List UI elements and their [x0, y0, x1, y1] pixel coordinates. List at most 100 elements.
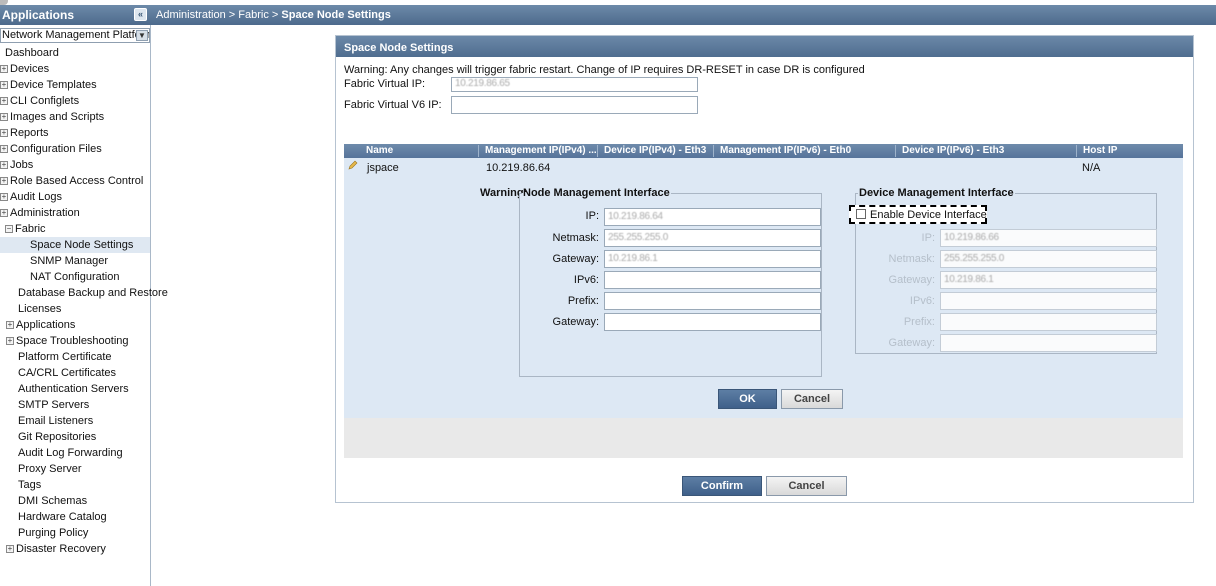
sidebar-item-configuration-files[interactable]: + Configuration Files — [0, 141, 102, 157]
device-ip-value: 10.219.86.66 — [944, 232, 999, 243]
node-gateway-input[interactable]: 10.219.86.1 — [604, 250, 821, 268]
enable-device-interface-checkbox[interactable]: Enable Device Interface — [849, 205, 987, 224]
checkbox-icon[interactable] — [856, 209, 866, 219]
sidebar-item-purging-policy[interactable]: Purging Policy — [0, 525, 88, 541]
sidebar-item-nat-configuration[interactable]: NAT Configuration — [0, 269, 119, 285]
sidebar-item-audit-log-forwarding[interactable]: Audit Log Forwarding — [0, 445, 123, 461]
sidebar-item-dashboard[interactable]: Dashboard — [0, 45, 59, 61]
expand-icon[interactable]: + — [0, 129, 8, 138]
expand-icon[interactable]: + — [0, 145, 8, 154]
node-netmask-label: Netmask: — [552, 232, 599, 244]
sidebar-item-label: Authentication Servers — [18, 383, 129, 395]
sidebar-item-space-troubleshooting[interactable]: + Space Troubleshooting — [0, 333, 129, 349]
collapse-icon[interactable]: − — [5, 225, 13, 234]
device-ip-input[interactable]: 10.219.86.66 — [940, 229, 1157, 247]
breadcrumb-separator: > — [271, 9, 279, 21]
device-netmask-input[interactable]: 255.255.255.0 — [940, 250, 1157, 268]
sidebar-item-jobs[interactable]: + Jobs — [0, 157, 33, 173]
fabric-vip-label: Fabric Virtual IP: — [344, 78, 426, 90]
expand-icon[interactable]: + — [0, 81, 8, 90]
sidebar-item-dmi-schemas[interactable]: DMI Schemas — [0, 493, 87, 509]
sidebar-item-licenses[interactable]: Licenses — [0, 301, 61, 317]
sidebar-item-audit-logs[interactable]: + Audit Logs — [0, 189, 62, 205]
sidebar-item-git-repositories[interactable]: Git Repositories — [0, 429, 96, 445]
sidebar-item-database-backup-and-restore[interactable]: Database Backup and Restore — [0, 285, 168, 301]
node-gateway-value: 10.219.86.1 — [608, 253, 658, 264]
sidebar-item-label: SMTP Servers — [18, 399, 90, 411]
platform-select[interactable]: Network Management Platform ▼ — [0, 28, 150, 43]
collapse-sidebar-icon[interactable]: « — [134, 8, 147, 21]
sidebar-item-space-node-settings[interactable]: Space Node Settings — [0, 237, 150, 253]
sidebar-item-smtp-servers[interactable]: SMTP Servers — [0, 397, 89, 413]
sidebar-item-administration[interactable]: + Administration — [0, 205, 80, 221]
fabric-vip-input[interactable]: 10.219.86.65 — [451, 77, 698, 92]
expand-icon[interactable]: + — [6, 545, 14, 554]
expand-icon[interactable]: + — [0, 97, 8, 106]
platform-select-value: Network Management Platform — [2, 29, 150, 41]
sidebar-item-devices[interactable]: + Devices — [0, 61, 49, 77]
sidebar-item-hardware-catalog[interactable]: Hardware Catalog — [0, 509, 107, 525]
node-gateway6-input[interactable] — [604, 313, 821, 331]
sidebar-item-reports[interactable]: + Reports — [0, 125, 49, 141]
sidebar-item-platform-certificate[interactable]: Platform Certificate — [0, 349, 112, 365]
confirm-button[interactable]: Confirm — [682, 476, 762, 496]
node-ip-input[interactable]: 10.219.86.64 — [604, 208, 821, 226]
node-netmask-input[interactable]: 255.255.255.0 — [604, 229, 821, 247]
sidebar-item-email-listeners[interactable]: Email Listeners — [0, 413, 93, 429]
sidebar-item-label: Configuration Files — [10, 143, 102, 155]
sidebar-item-cli-configlets[interactable]: + CLI Configlets — [0, 93, 79, 109]
expand-icon[interactable]: + — [6, 321, 14, 330]
chevron-down-icon[interactable]: ▼ — [136, 30, 148, 41]
expand-icon[interactable]: + — [0, 177, 8, 186]
sidebar-item-snmp-manager[interactable]: SNMP Manager — [0, 253, 108, 269]
panel-title: Space Node Settings — [336, 36, 1193, 57]
expand-icon[interactable]: + — [0, 65, 8, 74]
warning-text: Warning: Any changes will trigger fabric… — [344, 64, 865, 76]
column-header-name[interactable]: Name — [360, 145, 393, 157]
column-header-host-ip[interactable]: Host IP — [1076, 145, 1117, 157]
pencil-icon[interactable] — [348, 160, 358, 170]
fabric-vip-value: 10.219.86.65 — [455, 78, 510, 89]
fabric-v6-input[interactable] — [451, 96, 698, 114]
sidebar-item-label: Purging Policy — [18, 527, 89, 539]
breadcrumb-separator: > — [228, 9, 236, 21]
sidebar-item-images-and-scripts[interactable]: + Images and Scripts — [0, 109, 104, 125]
sidebar-item-proxy-server[interactable]: Proxy Server — [0, 461, 82, 477]
sidebar-item-authentication-servers[interactable]: Authentication Servers — [0, 381, 129, 397]
expand-icon[interactable]: + — [0, 161, 8, 170]
expand-icon[interactable]: + — [6, 337, 14, 346]
expand-icon[interactable]: + — [0, 113, 8, 122]
sidebar-item-disaster-recovery[interactable]: + Disaster Recovery — [0, 541, 106, 557]
sidebar-item-label: Administration — [10, 207, 80, 219]
device-ipv6-input[interactable] — [940, 292, 1157, 310]
node-prefix-input[interactable] — [604, 292, 821, 310]
sidebar-item-applications[interactable]: + Applications — [0, 317, 75, 333]
sidebar-item-tags[interactable]: Tags — [0, 477, 41, 493]
breadcrumb-administration[interactable]: Administration — [156, 9, 226, 21]
node-ipv6-input[interactable] — [604, 271, 821, 289]
sidebar-item-label: SNMP Manager — [30, 255, 109, 267]
footer-cancel-button[interactable]: Cancel — [766, 476, 847, 496]
expand-icon[interactable]: + — [0, 193, 8, 202]
sidebar-item-label: Proxy Server — [18, 463, 82, 475]
device-netmask-value: 255.255.255.0 — [944, 253, 1005, 264]
expand-icon[interactable]: + — [0, 209, 8, 218]
device-gateway6-input[interactable] — [940, 334, 1157, 352]
column-header-mgmt-ipv4[interactable]: Management IP(IPv4) ... — [478, 145, 597, 157]
ok-button[interactable]: OK — [718, 389, 777, 409]
breadcrumb-fabric[interactable]: Fabric — [238, 9, 269, 21]
sidebar-item-label: Git Repositories — [18, 431, 97, 443]
sidebar-item-device-templates[interactable]: + Device Templates — [0, 77, 97, 93]
sidebar-item-role-based-access-control[interactable]: + Role Based Access Control — [0, 173, 143, 189]
column-header-device-ipv4[interactable]: Device IP(IPv4) - Eth3 — [597, 145, 706, 157]
device-gateway-input[interactable]: 10.219.86.1 — [940, 271, 1157, 289]
sidebar-item-fabric[interactable]: − Fabric — [0, 221, 46, 237]
device-management-legend: Device Management Interface — [859, 187, 1014, 199]
applications-title: Applications — [2, 8, 75, 22]
device-prefix-input[interactable] — [940, 313, 1157, 331]
sidebar-item-ca-crl-certificates[interactable]: CA/CRL Certificates — [0, 365, 116, 381]
column-header-device-ipv6[interactable]: Device IP(IPv6) - Eth3 — [895, 145, 1004, 157]
cancel-button[interactable]: Cancel — [781, 389, 843, 409]
column-header-mgmt-ipv6[interactable]: Management IP(IPv6) - Eth0 — [713, 145, 851, 157]
node-ipv6-label: IPv6: — [573, 274, 599, 286]
